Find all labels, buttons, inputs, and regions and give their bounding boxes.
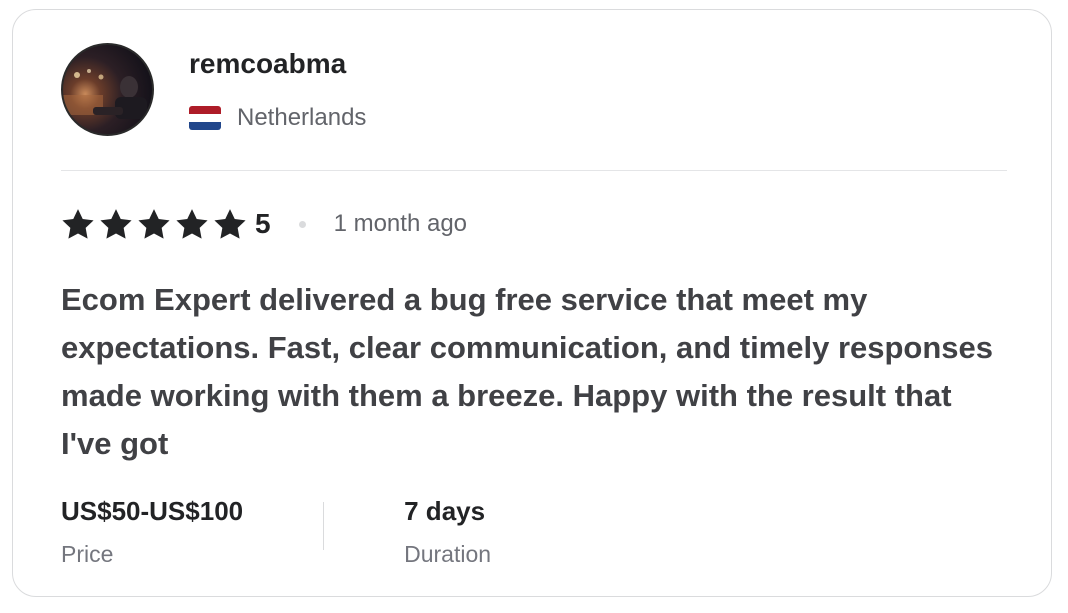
order-meta: US$50-US$100 Price 7 days Duration [61,496,491,568]
avatar-photo-image [63,69,147,119]
rating-value: 5 [255,208,271,239]
avatar[interactable] [61,43,154,136]
reviewer-username[interactable]: remcoabma [189,48,346,80]
price-value: US$50-US$100 [61,496,244,526]
header-divider [61,170,1007,171]
duration-value: 7 days [404,496,486,526]
star-icon [137,208,171,240]
duration-info: 7 days Duration [404,496,491,568]
separator-dot [298,220,306,228]
netherlands-flag-icon [189,106,221,130]
rating-row: 5 1 month ago [61,204,467,244]
price-label: Price [61,541,114,567]
review-time-ago: 1 month ago [333,210,468,237]
price-info: US$50-US$100 Price [61,496,243,568]
star-icon [61,208,95,240]
reviewer-country: Netherlands [189,104,366,132]
star-icon [99,208,133,240]
meta-divider [323,502,325,550]
review-text: Ecom Expert delivered a bug free service… [61,282,994,461]
star-icon [175,208,209,240]
star-icon [213,208,247,240]
country-name: Netherlands [237,104,367,131]
star-rating [61,208,247,240]
review-card: remcoabma Netherlands 5 1 month ago Ecom… [12,9,1052,597]
duration-label: Duration [404,541,492,567]
